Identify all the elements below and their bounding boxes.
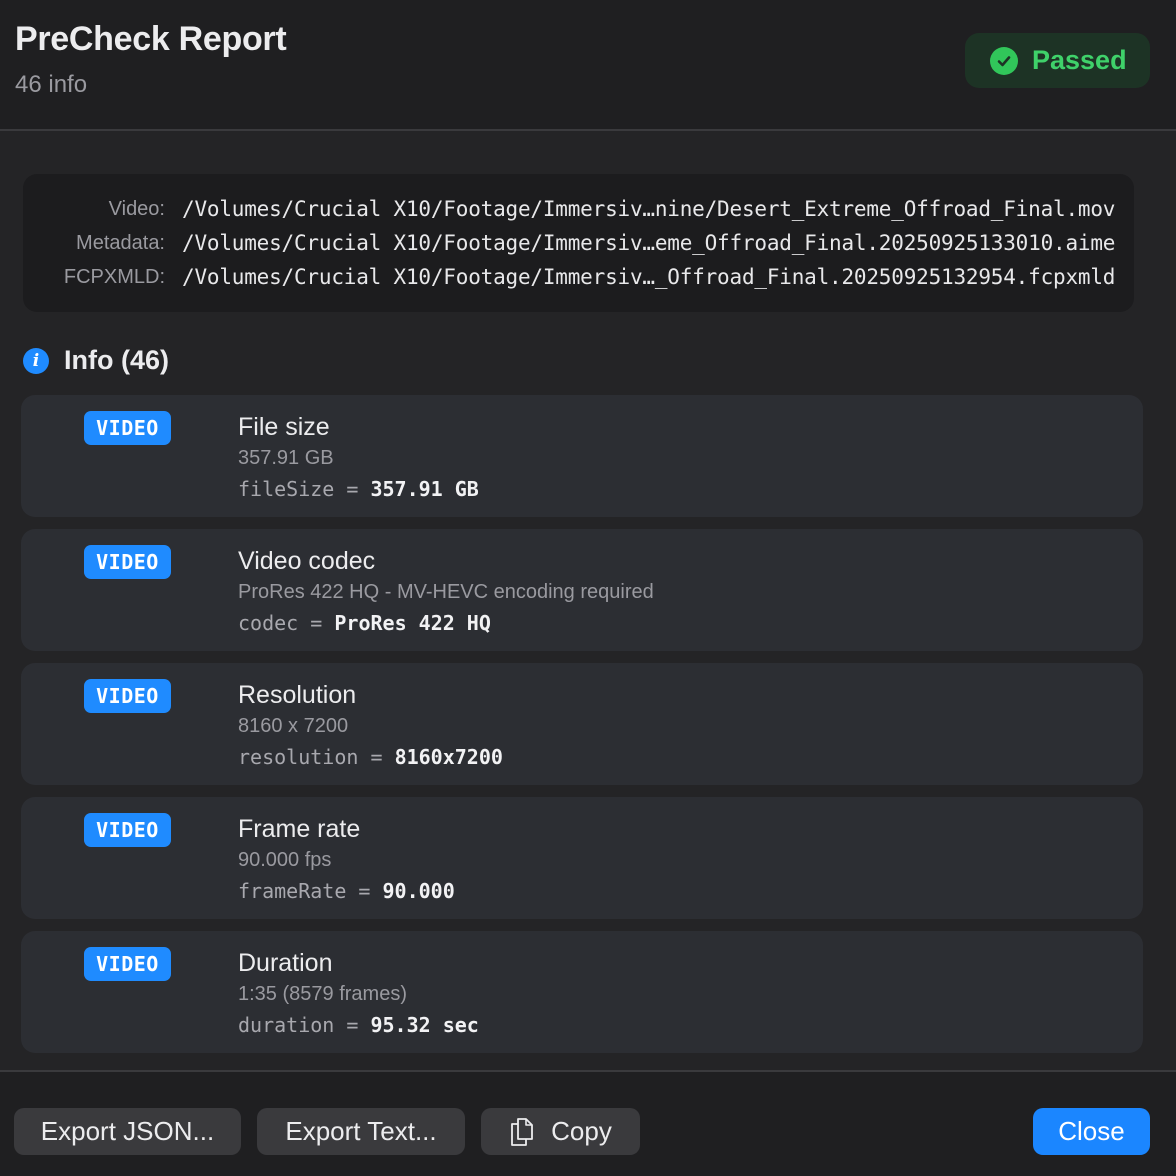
item-equals: =: [370, 745, 383, 769]
item-title: File size: [238, 413, 330, 441]
info-item-frame-rate: VIDEO Frame rate 90.000 fps frameRate = …: [21, 797, 1143, 919]
info-icon: i: [23, 347, 49, 374]
item-key-value: resolution = 8160x7200: [238, 745, 503, 769]
item-description: 8160 x 7200: [238, 715, 349, 737]
item-key: duration: [238, 1013, 335, 1037]
info-count: 46 info: [15, 71, 88, 98]
export-text-button[interactable]: Export Text...: [257, 1108, 465, 1155]
copy-button[interactable]: Copy: [481, 1108, 640, 1155]
path-value: /Volumes/Crucial X10/Footage/Immersiv…em…: [182, 231, 1116, 255]
item-key-value: frameRate = 90.000: [238, 879, 455, 903]
category-badge: VIDEO: [84, 545, 171, 579]
item-value: 8160x7200: [394, 745, 503, 769]
item-value: 95.32 sec: [370, 1013, 479, 1037]
item-equals: =: [358, 879, 371, 903]
copy-icon: [509, 1116, 535, 1148]
copy-label: Copy: [551, 1116, 612, 1146]
status-label: Passed: [1032, 45, 1127, 75]
item-equals: =: [346, 1013, 359, 1037]
status-badge: Passed: [965, 33, 1150, 88]
report-footer: Export JSON... Export Text... Copy Close: [0, 1070, 1176, 1176]
path-row-metadata: Metadata: /Volumes/Crucial X10/Footage/I…: [23, 226, 1134, 260]
close-button[interactable]: Close: [1033, 1108, 1150, 1155]
item-title: Duration: [238, 949, 333, 977]
precheck-report-window: PreCheck Report 46 info Passed Video: /V…: [0, 0, 1176, 1176]
check-circle-icon: [990, 46, 1018, 75]
item-key: codec: [238, 611, 299, 635]
path-key: FCPXMLD:: [63, 265, 165, 288]
item-key: frameRate: [238, 879, 347, 903]
section-title: Info (46): [64, 345, 169, 375]
info-item-resolution: VIDEO Resolution 8160 x 7200 resolution …: [21, 663, 1143, 785]
item-key-value: codec = ProRes 422 HQ: [238, 611, 491, 635]
item-description: ProRes 422 HQ - MV-HEVC encoding require…: [238, 581, 654, 603]
info-item-duration: VIDEO Duration 1:35 (8579 frames) durati…: [21, 931, 1143, 1053]
path-value: /Volumes/Crucial X10/Footage/Immersiv…_O…: [182, 265, 1116, 289]
category-badge: VIDEO: [84, 411, 171, 445]
item-description: 357.91 GB: [238, 447, 334, 469]
page-title: PreCheck Report: [15, 20, 287, 58]
item-key: resolution: [238, 745, 359, 769]
report-header: PreCheck Report 46 info Passed: [0, 0, 1176, 131]
category-badge: VIDEO: [84, 679, 171, 713]
item-title: Resolution: [238, 681, 357, 709]
category-badge: VIDEO: [84, 947, 171, 981]
item-equals: =: [346, 477, 359, 501]
item-equals: =: [310, 611, 323, 635]
item-title: Video codec: [238, 547, 376, 575]
item-value: 357.91 GB: [370, 477, 479, 501]
path-row-fcpxmld: FCPXMLD: /Volumes/Crucial X10/Footage/Im…: [23, 260, 1134, 294]
export-json-button[interactable]: Export JSON...: [14, 1108, 241, 1155]
info-item-video-codec: VIDEO Video codec ProRes 422 HQ - MV-HEV…: [21, 529, 1143, 651]
file-paths-panel: Video: /Volumes/Crucial X10/Footage/Imme…: [23, 174, 1134, 312]
report-content[interactable]: Video: /Volumes/Crucial X10/Footage/Imme…: [0, 131, 1176, 1070]
path-key: Video:: [108, 197, 165, 220]
path-value: /Volumes/Crucial X10/Footage/Immersiv…ni…: [182, 197, 1116, 221]
item-key: fileSize: [238, 477, 335, 501]
item-description: 90.000 fps: [238, 849, 332, 871]
category-badge: VIDEO: [84, 813, 171, 847]
item-key-value: fileSize = 357.91 GB: [238, 477, 479, 501]
path-row-video: Video: /Volumes/Crucial X10/Footage/Imme…: [23, 192, 1134, 226]
item-value: ProRes 422 HQ: [334, 611, 491, 635]
item-key-value: duration = 95.32 sec: [238, 1013, 479, 1037]
item-title: Frame rate: [238, 815, 361, 843]
info-item-file-size: VIDEO File size 357.91 GB fileSize = 357…: [21, 395, 1143, 517]
info-section-heading: i Info (46): [23, 345, 169, 376]
item-description: 1:35 (8579 frames): [238, 983, 407, 1005]
path-key: Metadata:: [76, 231, 165, 254]
item-value: 90.000: [382, 879, 455, 903]
